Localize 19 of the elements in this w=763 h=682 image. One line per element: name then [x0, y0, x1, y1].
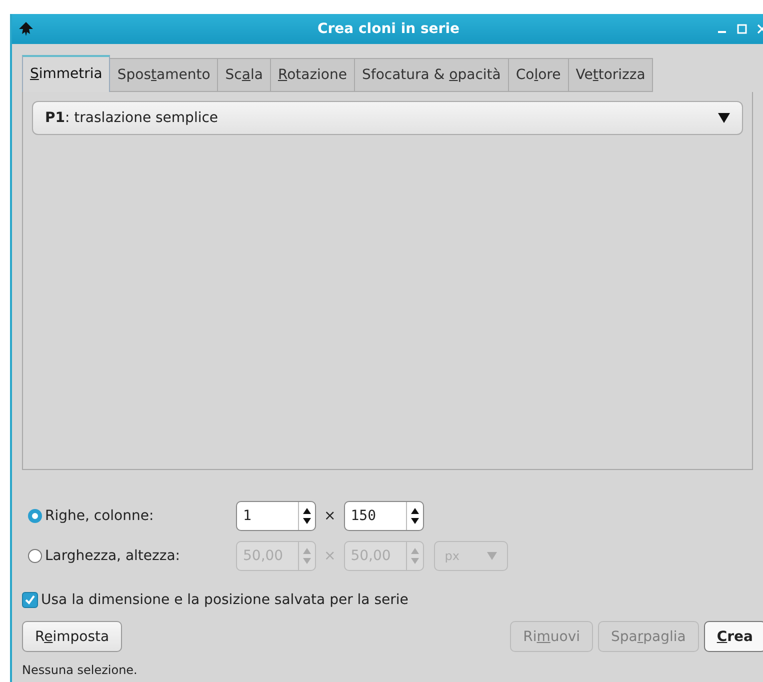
- button[interactable]: Reimposta: [22, 621, 122, 652]
- times-sign: ×: [324, 548, 336, 564]
- window-title: Crea cloni in serie: [316, 21, 461, 37]
- times-sign: ×: [324, 508, 336, 524]
- button[interactable]: Crea: [704, 621, 763, 652]
- tab[interactable]: Vettorizza: [568, 58, 654, 92]
- tab[interactable]: Colore: [508, 58, 569, 92]
- tab[interactable]: Spostamento: [110, 58, 218, 92]
- status-text: Nessuna selezione.: [22, 663, 138, 677]
- tab[interactable]: Sfocatura & opacità: [355, 58, 509, 92]
- spin-field[interactable]: 150: [344, 500, 424, 530]
- spin-field[interactable]: 1: [236, 500, 316, 530]
- symmetry-dropdown[interactable]: P1: traslazione semplice: [32, 101, 743, 135]
- option-label: Righe, colonne:: [45, 508, 154, 524]
- tab[interactable]: Scala: [218, 58, 271, 92]
- option-label: Larghezza, altezza:: [45, 548, 180, 564]
- tab[interactable]: Rotazione: [270, 58, 355, 92]
- checkbox-label: Usa la dimensione e la posizione salvata per la serie: [41, 592, 408, 608]
- tab[interactable]: Simmetria: [22, 55, 110, 92]
